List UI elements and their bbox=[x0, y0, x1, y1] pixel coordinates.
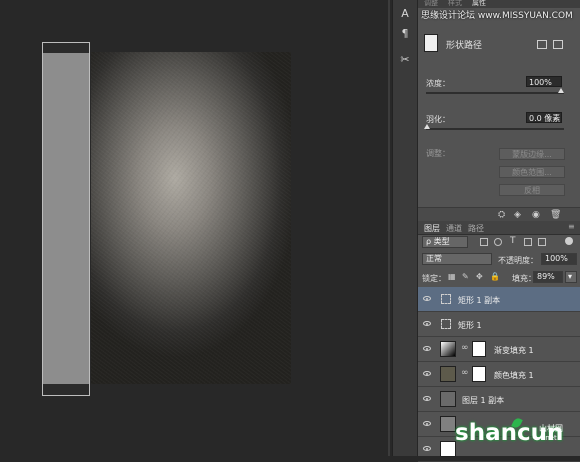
rectangle-shape[interactable] bbox=[42, 42, 90, 396]
gradient-thumbnail bbox=[440, 341, 456, 357]
layer-name[interactable]: 颜色填充 1 bbox=[494, 370, 534, 381]
opacity-label: 不透明度： bbox=[498, 256, 538, 265]
pixel-thumbnail bbox=[440, 416, 456, 432]
filter-pixel-icon[interactable] bbox=[480, 238, 488, 246]
invert-button[interactable]: 反相 bbox=[499, 184, 565, 196]
blend-mode-select[interactable]: 正常 bbox=[422, 253, 492, 265]
shape-layer-icon bbox=[441, 319, 451, 329]
lock-position-icon[interactable]: ✥ bbox=[476, 272, 483, 281]
tab-properties[interactable]: 属性 bbox=[472, 0, 486, 8]
tab-paths[interactable]: 路径 bbox=[468, 223, 484, 234]
tab-styles[interactable]: 样式 bbox=[448, 0, 462, 8]
mask-edge-button[interactable]: 蒙版边缘... bbox=[499, 148, 565, 160]
filter-toggle-icon[interactable] bbox=[565, 237, 573, 245]
layer-name[interactable]: 渐变填充 1 bbox=[494, 345, 534, 356]
layers-tabs: 图层 通道 路径 ≡ bbox=[418, 221, 580, 235]
density-slider[interactable] bbox=[426, 92, 564, 94]
top-panel-tabs: 调整 样式 属性 bbox=[418, 0, 580, 8]
color-thumbnail bbox=[440, 366, 456, 382]
watermark-cn: 山村网 bbox=[539, 424, 563, 433]
character-icon[interactable]: A bbox=[397, 6, 413, 22]
load-selection-icon[interactable]: ⛭ bbox=[498, 210, 505, 220]
eye-icon[interactable] bbox=[423, 396, 431, 401]
layer-row[interactable]: 矩形 1 bbox=[418, 312, 580, 337]
density-label: 浓度： bbox=[426, 79, 450, 88]
eye-icon[interactable] bbox=[423, 446, 431, 451]
panel-dock: A ¶ ✂ bbox=[392, 0, 417, 456]
shape-path-icon bbox=[424, 34, 438, 52]
eye-icon[interactable] bbox=[423, 346, 431, 351]
lock-label: 锁定： bbox=[422, 274, 446, 283]
shape-layer-icon bbox=[441, 294, 451, 304]
properties-title: 形状路径 bbox=[446, 41, 483, 51]
pixel-thumbnail bbox=[440, 441, 456, 457]
rectangle-bottom-band bbox=[43, 384, 89, 395]
link-icon[interactable]: ∞ bbox=[461, 368, 469, 378]
mask-thumbnail bbox=[472, 366, 486, 382]
filter-type-icon[interactable]: T bbox=[510, 236, 516, 246]
apply-mask-icon[interactable]: ◈ bbox=[514, 210, 521, 220]
density-slider-thumb[interactable] bbox=[558, 88, 564, 93]
trash-icon[interactable]: 🗑 bbox=[550, 210, 561, 220]
layer-name[interactable]: 图层 1 副本 bbox=[462, 395, 504, 406]
watermark-sub: .net bbox=[543, 434, 557, 442]
filter-kind-select[interactable]: ρ 类型 bbox=[422, 236, 468, 248]
rectangle-top-band bbox=[43, 43, 89, 53]
tools-icon[interactable]: ✂ bbox=[397, 52, 413, 68]
opacity-field[interactable]: 100% bbox=[541, 253, 577, 265]
layer-row[interactable]: ∞ 渐变填充 1 bbox=[418, 337, 580, 362]
tab-channels[interactable]: 通道 bbox=[446, 223, 462, 234]
visibility-icon[interactable]: ◉ bbox=[532, 210, 540, 220]
panel-divider[interactable] bbox=[388, 0, 390, 456]
properties-footer: ⛭ ◈ ◉ 🗑 bbox=[418, 207, 580, 222]
filter-adjustment-icon[interactable] bbox=[494, 238, 502, 246]
pixel-thumbnail bbox=[440, 391, 456, 407]
layer-name[interactable]: 矩形 1 副本 bbox=[458, 295, 500, 306]
mask-thumbnail bbox=[472, 341, 486, 357]
fill-dropdown-button[interactable]: ▾ bbox=[565, 271, 577, 283]
fill-field[interactable]: 89% bbox=[533, 271, 563, 283]
eye-icon[interactable] bbox=[423, 296, 431, 301]
layer-name[interactable]: 矩形 1 bbox=[458, 320, 482, 331]
paragraph-icon[interactable]: ¶ bbox=[397, 26, 413, 42]
tab-adjustments[interactable]: 调整 bbox=[424, 0, 438, 8]
feather-slider[interactable] bbox=[426, 128, 564, 130]
properties-header: 形状路径 bbox=[418, 30, 580, 58]
link-icon[interactable]: ∞ bbox=[461, 343, 469, 353]
document-image[interactable] bbox=[91, 52, 291, 384]
watermark-logo: shancun 山村网 .net bbox=[455, 416, 575, 456]
eye-icon[interactable] bbox=[423, 321, 431, 326]
lock-transparent-icon[interactable]: ▦ bbox=[448, 272, 456, 281]
right-panels: 调整 样式 属性 形状路径 浓度： 100% 羽化： 0.0 像素 调整： 蒙版… bbox=[417, 0, 580, 462]
feather-slider-thumb[interactable] bbox=[424, 124, 430, 129]
eye-icon[interactable] bbox=[423, 421, 431, 426]
filter-smart-icon[interactable] bbox=[538, 238, 546, 246]
watermark-text: 思缘设计论坛 www.MISSYUAN.COM bbox=[421, 11, 573, 21]
density-field[interactable]: 100% bbox=[526, 76, 562, 87]
tab-layers[interactable]: 图层 bbox=[424, 223, 440, 234]
color-range-button[interactable]: 颜色范围... bbox=[499, 166, 565, 178]
lock-all-icon[interactable]: 🔒 bbox=[490, 272, 500, 281]
eye-icon[interactable] bbox=[423, 371, 431, 376]
pixel-mask-icon[interactable] bbox=[537, 40, 547, 49]
adjust-label: 调整： bbox=[426, 149, 450, 158]
filter-shape-icon[interactable] bbox=[524, 238, 532, 246]
vector-mask-icon[interactable] bbox=[553, 40, 563, 49]
lock-brush-icon[interactable]: ✎ bbox=[462, 272, 469, 281]
layer-row[interactable]: ∞ 颜色填充 1 bbox=[418, 362, 580, 387]
layer-row[interactable]: 图层 1 副本 bbox=[418, 387, 580, 412]
feather-field[interactable]: 0.0 像素 bbox=[526, 112, 562, 123]
layer-row[interactable]: 矩形 1 副本 bbox=[418, 287, 580, 312]
panel-menu-icon[interactable]: ≡ bbox=[568, 222, 575, 231]
